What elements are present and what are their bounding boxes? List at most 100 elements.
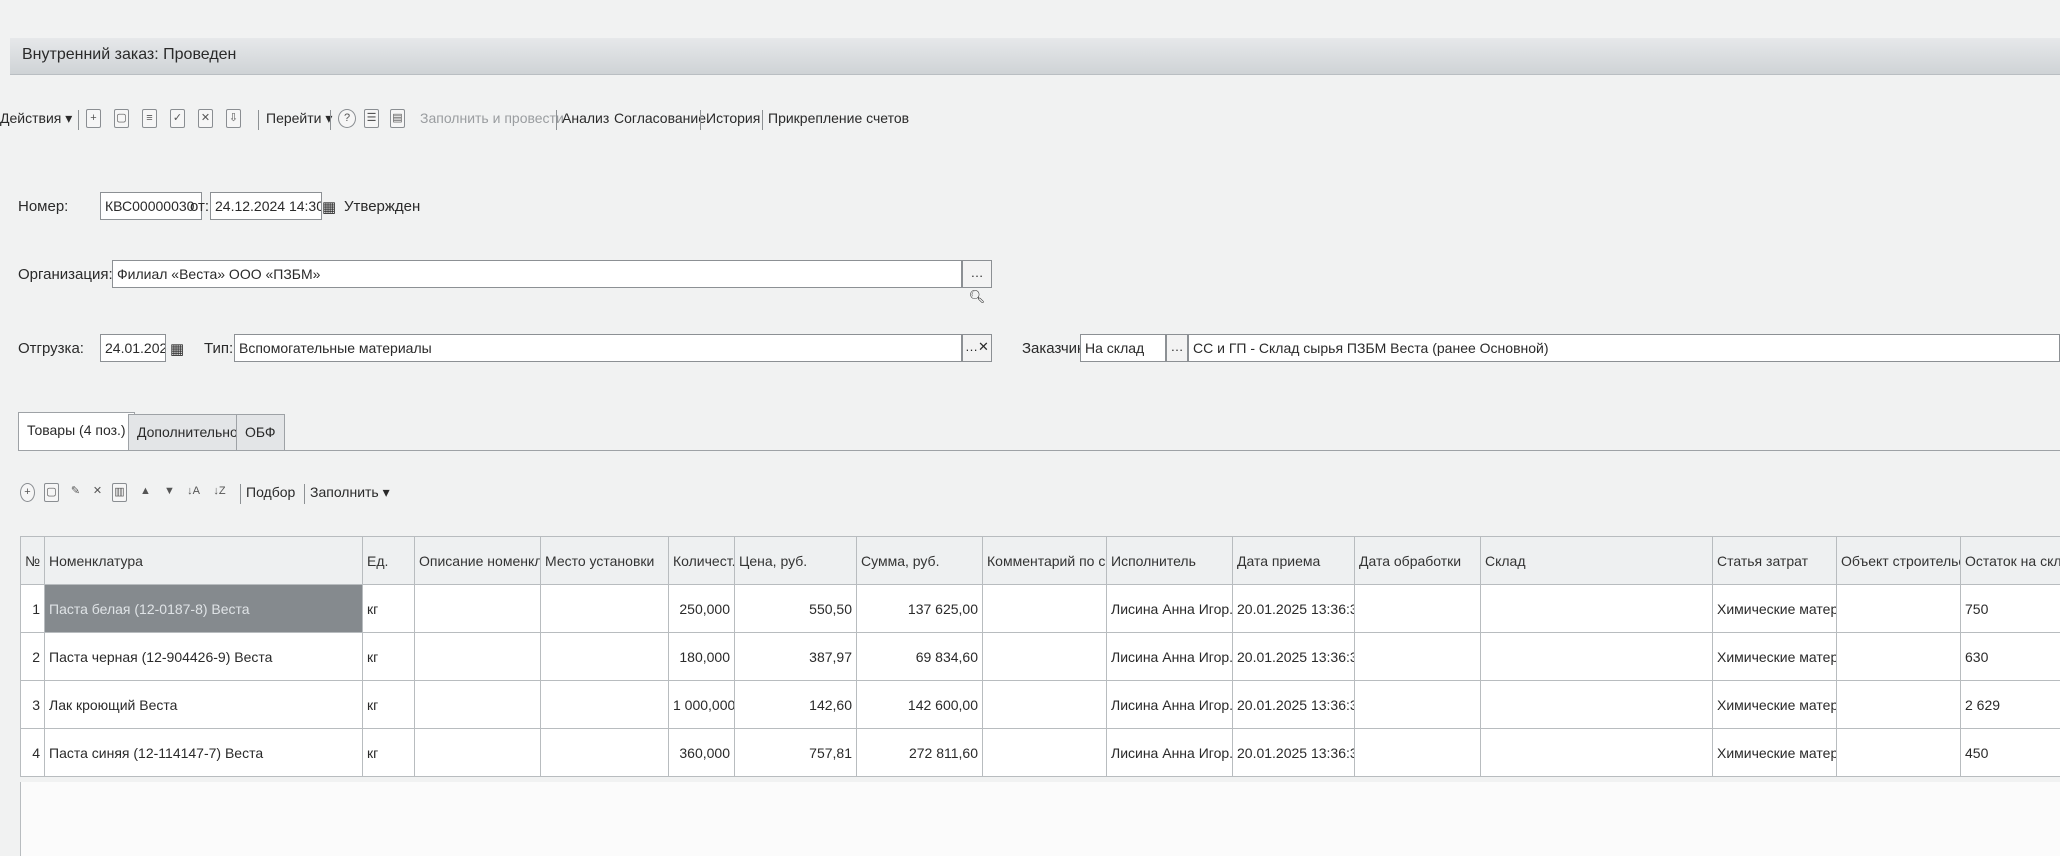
cell-cost-item[interactable]: Химические матер... [1712, 680, 1837, 729]
copy-icon[interactable]: ▢ [114, 109, 129, 128]
cell-sum[interactable]: 137 625,00 [856, 584, 983, 633]
table-row[interactable]: 1 Паста белая (12-0187-8) Веста кг 250,0… [20, 584, 2060, 633]
cell-receive-date[interactable]: 20.01.2025 13:36:36 [1232, 680, 1355, 729]
cell-executor[interactable]: Лисина Анна Игор... [1106, 632, 1233, 681]
table-row[interactable]: 3 Лак кроющий Веста кг 1 000,000 142,60 … [20, 680, 2060, 729]
cell-unit[interactable]: кг [362, 680, 415, 729]
cell-process-date[interactable] [1354, 728, 1481, 777]
cell-comment[interactable] [982, 680, 1107, 729]
cell-nomenclature[interactable]: Паста черная (12-904426-9) Веста [44, 632, 363, 681]
cell-construction-object[interactable] [1836, 632, 1961, 681]
cell-cost-item[interactable]: Химические матер... [1712, 728, 1837, 777]
column-header[interactable]: № [20, 536, 45, 585]
cell-comment[interactable] [982, 584, 1107, 633]
list-icon[interactable]: ☰ [364, 109, 379, 128]
cell-nomenclature[interactable]: Паста синяя (12-114147-7) Веста [44, 728, 363, 777]
column-header[interactable]: Ед. [362, 536, 415, 585]
customer-field[interactable]: СС и ГП - Склад сырья ПЗБМ Веста (ранее … [1188, 334, 2060, 362]
cell-comment[interactable] [982, 632, 1107, 681]
analysis-button[interactable]: Анализ [562, 110, 609, 126]
calendar-icon[interactable]: ▦ [170, 340, 184, 358]
cell-process-date[interactable] [1354, 632, 1481, 681]
stop-icon[interactable]: ▥ [112, 483, 127, 502]
cell-executor[interactable]: Лисина Анна Игор... [1106, 584, 1233, 633]
fill-menu[interactable]: Заполнить ▾ [310, 484, 390, 501]
cell-process-date[interactable] [1354, 584, 1481, 633]
table-icon[interactable]: ▤ [390, 109, 405, 128]
cell-nomenclature[interactable]: Лак кроющий Веста [44, 680, 363, 729]
delete-row-icon[interactable]: ✕ [90, 483, 105, 502]
cell-quantity[interactable]: 180,000 [668, 632, 735, 681]
cell-receive-date[interactable]: 20.01.2025 13:36:36 [1232, 728, 1355, 777]
cell-location[interactable] [540, 680, 669, 729]
customer-kind-field[interactable]: На склад [1080, 334, 1166, 362]
tab-additional[interactable]: Дополнительно [128, 414, 247, 450]
cell-receive-date[interactable]: 20.01.2025 13:36:36 [1232, 584, 1355, 633]
goto-menu[interactable]: Перейти ▾ [266, 110, 332, 127]
cell-price[interactable]: 387,97 [734, 632, 857, 681]
organization-field[interactable]: Филиал «Веста» ООО «ПЗБМ» [112, 260, 962, 288]
sort-desc-icon[interactable]: ↓Z [212, 483, 227, 502]
cell-location[interactable] [540, 584, 669, 633]
table-row[interactable]: 2 Паста черная (12-904426-9) Веста кг 18… [20, 632, 2060, 681]
shipment-date-field[interactable]: 24.01.2025 [100, 334, 166, 362]
cell-unit[interactable]: кг [362, 728, 415, 777]
history-button[interactable]: История [706, 110, 760, 126]
column-header[interactable]: Сумма, руб. [856, 536, 983, 585]
column-header[interactable]: Остаток на скл... [1960, 536, 2060, 585]
cell-receive-date[interactable]: 20.01.2025 13:36:36 [1232, 632, 1355, 681]
add-row-icon[interactable]: + [20, 483, 35, 502]
post-icon[interactable]: ✓ [170, 109, 185, 128]
type-clear-button[interactable]: …✕ [962, 334, 992, 362]
cell-stock[interactable]: 750 [1960, 584, 2060, 633]
column-header[interactable]: Описание номенкл... [414, 536, 541, 585]
cell-executor[interactable]: Лисина Анна Игор... [1106, 680, 1233, 729]
cell-location[interactable] [540, 632, 669, 681]
cell-location[interactable] [540, 728, 669, 777]
cell-warehouse[interactable] [1480, 584, 1713, 633]
column-header[interactable]: Цена, руб. [734, 536, 857, 585]
calendar-icon[interactable]: ▦ [322, 198, 336, 216]
cell-quantity[interactable]: 360,000 [668, 728, 735, 777]
structure-icon[interactable]: ⇩ [226, 109, 241, 128]
cell-price[interactable]: 142,60 [734, 680, 857, 729]
copy-row-icon[interactable]: ▢ [44, 483, 59, 502]
cell-comment[interactable] [982, 728, 1107, 777]
column-header[interactable]: Место установки [540, 536, 669, 585]
cell-executor[interactable]: Лисина Анна Игор... [1106, 728, 1233, 777]
cell-cost-item[interactable]: Химические матер... [1712, 632, 1837, 681]
cell-description[interactable] [414, 632, 541, 681]
cell-description[interactable] [414, 584, 541, 633]
cell-unit[interactable]: кг [362, 584, 415, 633]
cell-description[interactable] [414, 680, 541, 729]
cell-construction-object[interactable] [1836, 584, 1961, 633]
column-header[interactable]: Дата обработки [1354, 536, 1481, 585]
select-button[interactable]: Подбор [246, 484, 295, 500]
cell-description[interactable] [414, 728, 541, 777]
column-header[interactable]: Статья затрат [1712, 536, 1837, 585]
unpost-icon[interactable]: ✕ [198, 109, 213, 128]
column-header[interactable]: Склад [1480, 536, 1713, 585]
tab-obf[interactable]: ОБФ [236, 414, 285, 450]
tab-goods[interactable]: Товары (4 поз.) [18, 412, 135, 450]
cell-cost-item[interactable]: Химические матер... [1712, 584, 1837, 633]
cell-unit[interactable]: кг [362, 632, 415, 681]
cell-quantity[interactable]: 250,000 [668, 584, 735, 633]
customer-kind-select-button[interactable]: … [1166, 334, 1188, 362]
cell-warehouse[interactable] [1480, 632, 1713, 681]
column-header[interactable]: Номенклатура [44, 536, 363, 585]
column-header[interactable]: Объект строительс... [1836, 536, 1961, 585]
column-header[interactable]: Количест... [668, 536, 735, 585]
document-icon[interactable]: ≡ [142, 109, 157, 128]
cell-nomenclature[interactable]: Паста белая (12-0187-8) Веста [44, 584, 363, 633]
help-icon[interactable]: ? [338, 109, 356, 128]
cell-sum[interactable]: 69 834,60 [856, 632, 983, 681]
approval-button[interactable]: Согласование [614, 110, 706, 126]
cell-stock[interactable]: 2 629 [1960, 680, 2060, 729]
actions-menu[interactable]: Действия ▾ [0, 110, 72, 127]
cell-stock[interactable]: 630 [1960, 632, 2060, 681]
sort-asc-icon[interactable]: ↓A [186, 483, 201, 502]
add-icon[interactable]: + [86, 109, 101, 128]
cell-construction-object[interactable] [1836, 680, 1961, 729]
date-field[interactable]: 24.12.2024 14:30:25 [210, 192, 322, 220]
